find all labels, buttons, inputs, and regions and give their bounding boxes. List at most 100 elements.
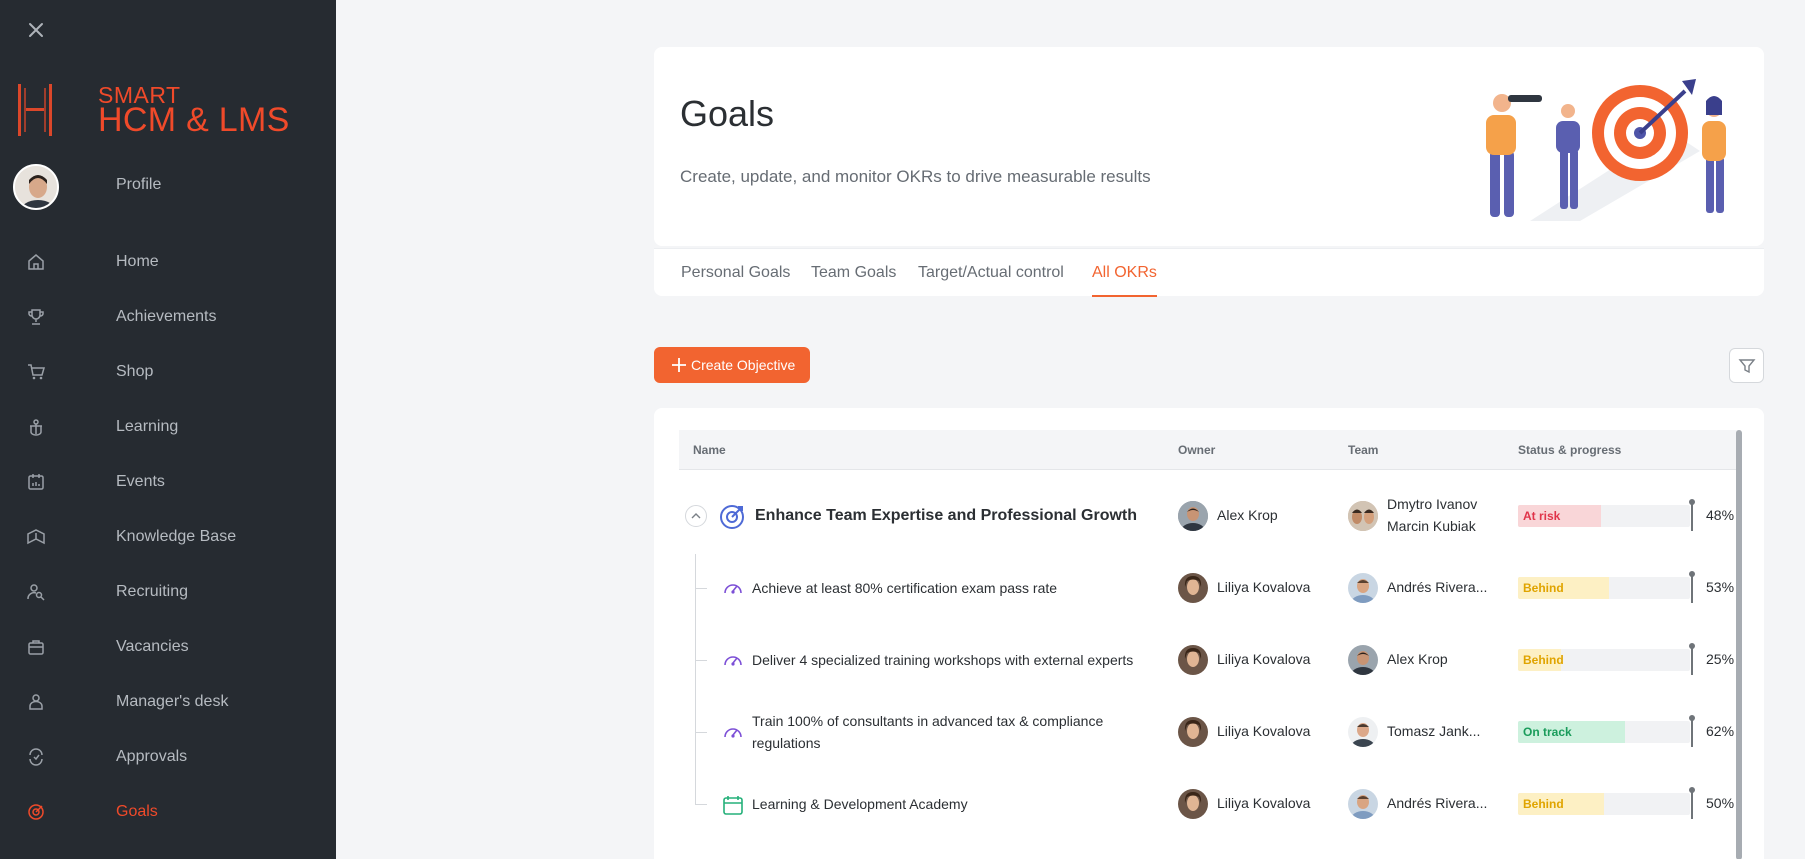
progress-percent: 53%	[1706, 579, 1735, 595]
status-badge: Behind	[1523, 797, 1564, 811]
tab-team-goals[interactable]: Team Goals	[811, 264, 896, 297]
sidebar-item-home[interactable]: Home	[0, 242, 336, 282]
sidebar-item-managers-desk[interactable]: Manager's desk	[0, 682, 336, 722]
table-row[interactable]: Deliver 4 specialized training workshops…	[679, 630, 1734, 690]
status-badge: Behind	[1523, 581, 1564, 595]
sidebar-item-knowledge-base[interactable]: Knowledge Base	[0, 517, 336, 557]
team-member-name: Andrés Rivera...	[1387, 579, 1488, 595]
avatar	[1348, 645, 1378, 675]
filter-icon	[1738, 359, 1756, 374]
sidebar-item-label: Approvals	[116, 748, 188, 765]
avatar	[1178, 717, 1208, 747]
sidebar-item-goals[interactable]: Goals	[0, 792, 336, 832]
sidebar-item-recruiting[interactable]: Recruiting	[0, 572, 336, 612]
collapse-button[interactable]	[685, 505, 707, 527]
page-header: Goals Create, update, and monitor OKRs t…	[654, 47, 1764, 246]
sidebar-item-events[interactable]: Events	[0, 462, 336, 502]
status-badge: On track	[1523, 725, 1572, 739]
objective-name[interactable]: Enhance Team Expertise and Professional …	[755, 505, 1137, 527]
column-header-owner[interactable]: Owner	[1178, 443, 1215, 457]
owner-name: Liliya Kovalova	[1217, 723, 1311, 739]
filter-button[interactable]	[1729, 348, 1764, 383]
tree-connector	[695, 588, 707, 589]
close-icon[interactable]	[26, 20, 46, 40]
avatar	[1178, 789, 1208, 819]
progress-bar: Behind	[1518, 793, 1690, 815]
sidebar-item-label: Shop	[116, 363, 154, 380]
okr-table: Name Owner Team Status & progress Enhanc…	[654, 408, 1764, 859]
owner-name: Liliya Kovalova	[1217, 579, 1311, 595]
sidebar-item-label: Knowledge Base	[116, 528, 237, 545]
target-marker	[1689, 715, 1695, 747]
tree-connector	[695, 660, 707, 661]
progress-percent: 25%	[1706, 651, 1735, 667]
key-result-name[interactable]: Achieve at least 80% certification exam …	[752, 577, 1057, 599]
key-result-name[interactable]: Learning & Development Academy	[752, 793, 968, 815]
table-row[interactable]: Achieve at least 80% certification exam …	[679, 558, 1734, 618]
profile-link[interactable]: Profile	[116, 176, 161, 194]
team-member-name: Dmytro Ivanov	[1387, 496, 1478, 512]
page-subtitle: Create, update, and monitor OKRs to driv…	[680, 167, 1151, 186]
tab-all-okrs[interactable]: All OKRs	[1092, 264, 1157, 297]
status-badge: At risk	[1523, 509, 1561, 523]
sidebar-item-achievements[interactable]: Achievements	[0, 297, 336, 337]
trophy-icon	[28, 309, 44, 325]
objective-target-icon	[720, 505, 744, 529]
target-marker	[1689, 787, 1695, 819]
home-icon	[28, 254, 44, 270]
goals-illustration	[1486, 79, 1726, 221]
avatar[interactable]	[13, 164, 59, 210]
briefcase-icon	[28, 640, 44, 655]
tree-connector	[695, 804, 707, 805]
avatar	[1178, 573, 1208, 603]
column-header-team[interactable]: Team	[1348, 443, 1378, 457]
gauge-icon	[724, 728, 742, 738]
table-row[interactable]: Enhance Team Expertise and Professional …	[679, 486, 1734, 546]
sidebar-item-shop[interactable]: Shop	[0, 352, 336, 392]
logo-text-large: HCM & LMS	[98, 101, 290, 139]
team-member-name: Marcin Kubiak	[1387, 518, 1476, 534]
tab-personal-goals[interactable]: Personal Goals	[681, 264, 790, 297]
tree-connector	[695, 732, 707, 733]
tab-target-actual-control[interactable]: Target/Actual control	[918, 264, 1064, 297]
avatar	[1348, 789, 1378, 819]
key-result-name[interactable]: Train 100% of consultants in advanced ta…	[752, 710, 1103, 732]
gauge-icon	[724, 584, 742, 594]
refresh-check-icon	[29, 748, 43, 766]
sidebar-item-label: Manager's desk	[116, 693, 229, 710]
progress-bar: On track	[1518, 721, 1690, 743]
table-row[interactable]: Train 100% of consultants in advanced ta…	[679, 702, 1734, 762]
progress-bar: At risk	[1518, 505, 1690, 527]
progress-percent: 48%	[1706, 507, 1735, 523]
sidebar: SMART HCM & LMS Profile Home Achievement…	[0, 0, 336, 859]
avatar	[1348, 717, 1378, 747]
owner-name: Alex Krop	[1217, 507, 1278, 523]
table-row[interactable]: Learning & Development Academy Liliya Ko…	[679, 774, 1734, 834]
progress-bar: Behind	[1518, 649, 1690, 671]
sidebar-item-learning[interactable]: Learning	[0, 407, 336, 447]
target-icon	[28, 804, 44, 820]
cart-icon	[28, 364, 45, 380]
page-title: Goals	[680, 93, 775, 134]
avatar	[1178, 501, 1208, 531]
key-result-name[interactable]: Deliver 4 specialized training workshops…	[752, 649, 1133, 671]
sidebar-item-vacancies[interactable]: Vacancies	[0, 627, 336, 667]
calendar-icon	[28, 474, 44, 490]
sidebar-item-label: Learning	[116, 418, 179, 435]
create-objective-button[interactable]: Create Objective	[654, 347, 810, 383]
progress-bar: Behind	[1518, 577, 1690, 599]
status-badge: Behind	[1523, 653, 1564, 667]
sidebar-item-label: Recruiting	[116, 583, 189, 600]
tabs-bar: Personal Goals Team Goals Target/Actual …	[654, 248, 1764, 297]
column-header-name[interactable]: Name	[693, 443, 726, 457]
create-objective-label: Create Objective	[691, 357, 796, 373]
target-marker	[1689, 499, 1695, 531]
sidebar-item-label: Events	[116, 473, 165, 490]
graduation-icon	[30, 419, 42, 436]
table-scrollbar[interactable]	[1736, 430, 1742, 859]
team-member-name: Tomasz Jank...	[1387, 723, 1481, 739]
team-member-name: Andrés Rivera...	[1387, 795, 1488, 811]
column-header-status[interactable]: Status & progress	[1518, 443, 1621, 457]
sidebar-item-approvals[interactable]: Approvals	[0, 737, 336, 777]
team-member-name: Alex Krop	[1387, 651, 1448, 667]
